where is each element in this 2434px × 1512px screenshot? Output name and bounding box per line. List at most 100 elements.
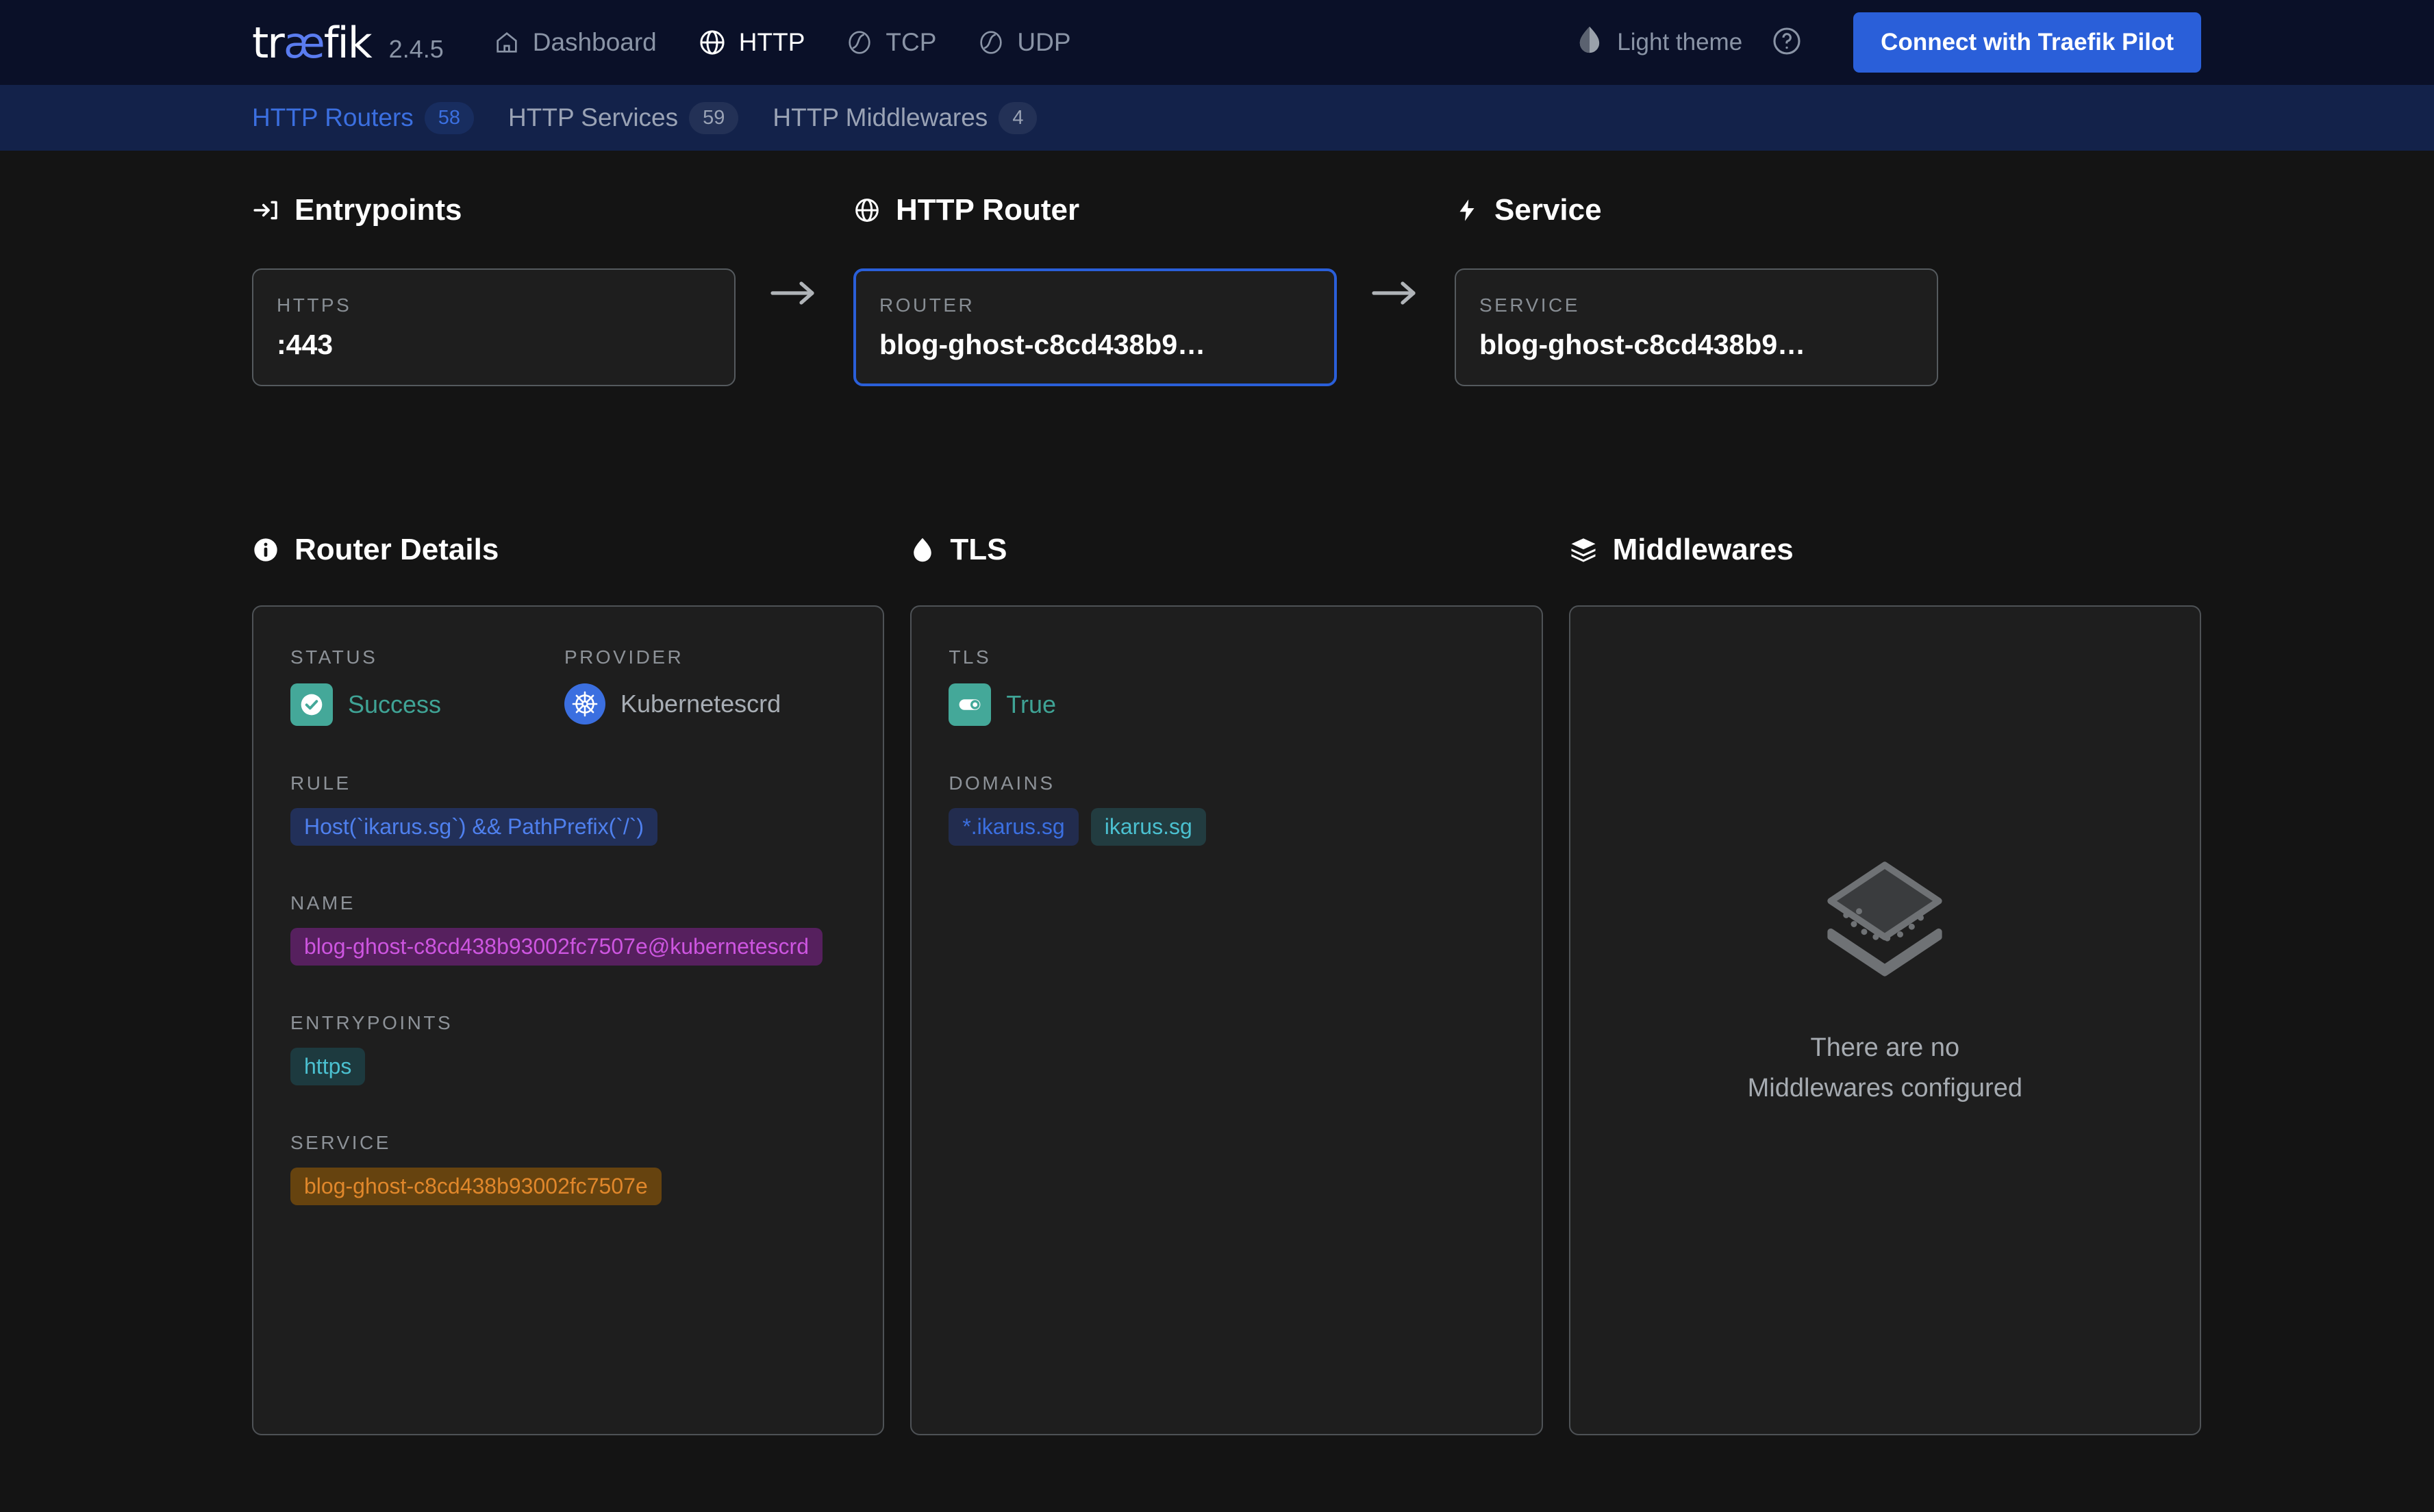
name-chip[interactable]: blog-ghost-c8cd438b93002fc7507e@kubernet…: [290, 928, 823, 966]
info-icon: [252, 536, 279, 564]
entrypoints-heading: Entrypoints: [252, 193, 736, 227]
nav-item-http[interactable]: HTTP: [698, 28, 805, 57]
status-value: Success: [348, 690, 442, 718]
router-details-card: STATUS Success PROVIDER Kubernetescrd RU…: [252, 605, 885, 1435]
nav-item-tcp[interactable]: TCP: [846, 28, 936, 57]
service-column: Service SERVICE blog-ghost-c8cd438b9…: [1455, 193, 1938, 386]
domain-chip-root[interactable]: ikarus.sg: [1090, 808, 1206, 846]
tls-card: TLS True DOMAINS *.ikarus.sg ikarus.sg: [910, 605, 1543, 1435]
tab-http-middlewares[interactable]: HTTP Middlewares 4: [773, 101, 1038, 134]
bolt-icon: [1455, 197, 1479, 224]
tab-count-http-services: 59: [689, 101, 739, 134]
service-heading: Service: [1455, 193, 1938, 227]
tls-heading-label: TLS: [950, 533, 1007, 566]
http-router-heading-label: HTTP Router: [896, 193, 1080, 227]
provider-label: PROVIDER: [564, 646, 684, 668]
status-value-row: Success: [290, 683, 564, 726]
rule-field: RULE Host(`ikarus.sg`) && PathPrefix(`/`…: [290, 772, 846, 846]
kubernetes-icon: [564, 683, 605, 724]
entrypoints-column: Entrypoints HTTPS :443: [252, 193, 736, 386]
service-field: SERVICE blog-ghost-c8cd438b93002fc7507e: [290, 1132, 846, 1205]
router-card-kicker: ROUTER: [879, 294, 975, 316]
theme-toggle[interactable]: Light theme: [1576, 25, 1742, 61]
status-field: STATUS Success: [290, 646, 564, 726]
domains-label: DOMAINS: [949, 772, 1055, 794]
layers-icon: [1569, 536, 1598, 564]
tls-field: TLS True: [949, 646, 1504, 726]
tls-value: True: [1006, 690, 1057, 718]
nav-label-udp: UDP: [1017, 28, 1071, 56]
check-circle-icon: [290, 683, 333, 726]
router-card[interactable]: ROUTER blog-ghost-c8cd438b9…: [853, 268, 1337, 386]
middlewares-card: There are no Middlewares configured: [1568, 605, 2201, 1435]
main-content: Entrypoints HTTPS :443 HTTP Router ROUTE…: [0, 193, 2434, 1435]
domain-chips: *.ikarus.sg ikarus.sg: [949, 808, 1504, 846]
tls-heading: TLS: [910, 533, 1542, 567]
router-details-column: Router Details STATUS Success PROVIDER K…: [252, 533, 885, 1435]
arrow-into-bracket-icon: [252, 197, 279, 224]
udp-icon: [977, 29, 1005, 56]
app-header: træfik 2.4.5 Dashboard HTTP TCP UDP Ligh…: [0, 0, 2434, 85]
nav-item-udp[interactable]: UDP: [977, 28, 1071, 57]
flow-arrow-router-to-service: [1337, 234, 1455, 352]
theme-label: Light theme: [1617, 29, 1743, 55]
tab-count-http-routers: 58: [424, 101, 475, 134]
service-card[interactable]: SERVICE blog-ghost-c8cd438b9…: [1455, 268, 1938, 386]
tab-http-routers[interactable]: HTTP Routers 58: [252, 101, 475, 134]
provider-field: PROVIDER Kubernetescrd: [564, 646, 781, 726]
tab-count-http-middlewares: 4: [999, 101, 1038, 134]
middlewares-heading: Middlewares: [1569, 533, 2201, 567]
nav-label-tcp: TCP: [886, 28, 937, 56]
globe-icon: [853, 197, 881, 224]
globe-icon: [698, 28, 727, 57]
rule-chip[interactable]: Host(`ikarus.sg`) && PathPrefix(`/`): [290, 808, 658, 846]
router-details-heading: Router Details: [252, 533, 884, 567]
traefik-logo[interactable]: træfik 2.4.5: [252, 18, 444, 68]
service-card-kicker: SERVICE: [1479, 294, 1580, 316]
entrypoint-card-https[interactable]: HTTPS :443: [252, 268, 736, 386]
nav-item-dashboard[interactable]: Dashboard: [493, 28, 657, 57]
half-moon-icon: [1576, 25, 1603, 61]
tab-http-services[interactable]: HTTP Services 59: [508, 101, 739, 134]
header-actions: Light theme Connect with Traefik Pilot: [1576, 12, 2201, 73]
middlewares-empty-state: There are no Middlewares configured: [1607, 646, 2163, 1394]
connect-traefik-pilot-button[interactable]: Connect with Traefik Pilot: [1853, 12, 2201, 73]
middlewares-empty-line1: There are no: [1810, 1033, 1960, 1062]
resource-tabbar: HTTP Routers 58 HTTP Services 59 HTTP Mi…: [0, 85, 2434, 151]
rule-label: RULE: [290, 772, 351, 794]
status-provider-grid: STATUS Success PROVIDER Kubernetescrd: [290, 646, 846, 726]
entrypoint-chip[interactable]: https: [290, 1048, 366, 1085]
question-circle-icon[interactable]: [1771, 25, 1803, 60]
service-chip[interactable]: blog-ghost-c8cd438b93002fc7507e: [290, 1168, 662, 1205]
details-row: Router Details STATUS Success PROVIDER K…: [252, 533, 2201, 1435]
tls-value-row: True: [949, 683, 1504, 726]
router-card-value: blog-ghost-c8cd438b9…: [879, 328, 1206, 360]
entrypoints-field: ENTRYPOINTS https: [290, 1012, 846, 1085]
shield-icon: [910, 536, 935, 564]
tcp-icon: [846, 29, 873, 56]
flow-arrow-entrypoint-to-router: [736, 234, 853, 352]
domain-chip-wildcard[interactable]: *.ikarus.sg: [949, 808, 1079, 846]
middlewares-column: Middlewares There are no Middlewares con…: [1568, 533, 2201, 1435]
http-router-column: HTTP Router ROUTER blog-ghost-c8cd438b9…: [853, 193, 1337, 386]
stacked-layers-icon: [1820, 857, 1950, 984]
router-details-heading-label: Router Details: [294, 533, 499, 566]
name-field: NAME blog-ghost-c8cd438b93002fc7507e@kub…: [290, 892, 846, 966]
service-card-value: blog-ghost-c8cd438b9…: [1479, 328, 1806, 360]
service-label: SERVICE: [290, 1132, 391, 1153]
domains-field: DOMAINS *.ikarus.sg ikarus.sg: [949, 772, 1504, 846]
home-icon: [493, 29, 520, 56]
name-chips: blog-ghost-c8cd438b93002fc7507e@kubernet…: [290, 928, 846, 966]
logo-text: træfik: [252, 17, 373, 68]
routing-flow: Entrypoints HTTPS :443 HTTP Router ROUTE…: [252, 193, 2201, 386]
tls-label: TLS: [949, 646, 992, 668]
tab-label-http-middlewares: HTTP Middlewares: [773, 103, 988, 131]
tab-label-http-routers: HTTP Routers: [252, 103, 414, 131]
version-label: 2.4.5: [388, 34, 444, 63]
middlewares-empty-line2: Middlewares configured: [1747, 1073, 2022, 1102]
nav-label-dashboard: Dashboard: [532, 28, 657, 56]
provider-value-row: Kubernetescrd: [564, 683, 781, 724]
service-heading-label: Service: [1494, 193, 1602, 227]
entrypoints-chips: https: [290, 1048, 846, 1085]
tab-label-http-services: HTTP Services: [508, 103, 679, 131]
